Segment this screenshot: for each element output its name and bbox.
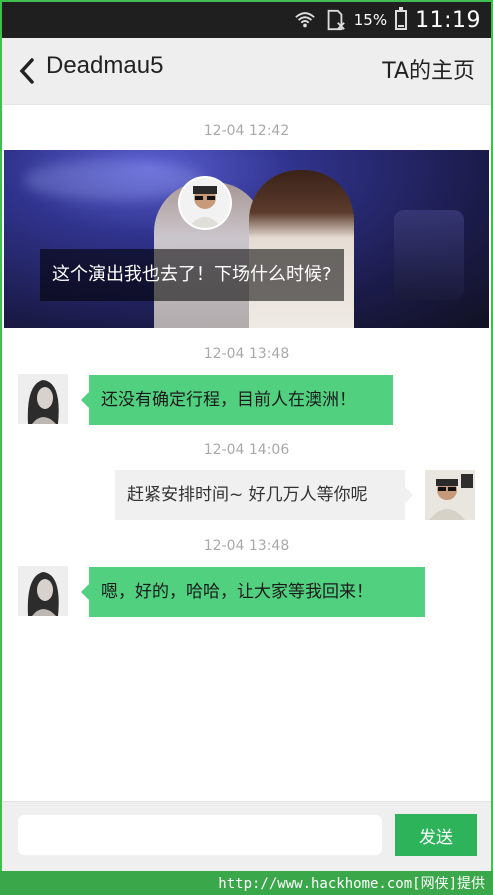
wifi-icon [294, 12, 315, 28]
my-avatar[interactable] [425, 470, 475, 520]
timestamp: 12-04 12:42 [203, 123, 290, 139]
page-title: Deadmau5 [46, 52, 164, 79]
message-bubble-incoming[interactable]: 嗯，好的，哈哈，让大家等我回来！ [81, 567, 425, 617]
avatar-image [18, 566, 68, 616]
message-bubble-incoming[interactable]: 还没有确定行程，目前人在澳洲！ [81, 375, 393, 425]
battery-level [398, 24, 405, 27]
watermark: http://www.hackhome.com[网侠]提供 [218, 876, 485, 892]
sender-avatar[interactable] [180, 178, 230, 228]
message-bubble-outgoing[interactable]: 赶紧安排时间~ 好几万人等你呢 [115, 470, 413, 520]
clock: 11:19 [415, 7, 481, 33]
drum-kit [394, 210, 464, 300]
timestamp: 12-04 14:06 [203, 442, 290, 458]
contact-avatar[interactable] [18, 374, 68, 424]
status-bar: 15% 11:19 [2, 2, 491, 38]
title-bar: Deadmau5 TA的主页 [2, 38, 491, 105]
photo-caption: 这个演出我也去了！下场什么时候? [40, 249, 344, 301]
timestamp: 12-04 13:48 [203, 538, 290, 554]
profile-link[interactable]: TA的主页 [382, 53, 475, 85]
shared-photo[interactable]: 这个演出我也去了！下场什么时候? [4, 150, 489, 328]
footer-bar: http://www.hackhome.com[网侠]提供 [0, 871, 493, 895]
status-icons: 15% 11:19 [294, 2, 481, 38]
battery-percent: 15% [353, 11, 388, 29]
avatar-image [180, 178, 230, 228]
avatar-image [425, 470, 475, 520]
battery-icon [395, 7, 408, 30]
timestamp: 12-04 13:48 [203, 346, 290, 362]
chevron-left-icon[interactable] [16, 56, 40, 86]
sim-icon [327, 9, 345, 31]
avatar-image [18, 374, 68, 424]
composer-bar: 发送 [2, 801, 491, 872]
contact-avatar[interactable] [18, 566, 68, 616]
message-input[interactable] [18, 815, 382, 855]
send-button[interactable]: 发送 [395, 814, 477, 856]
